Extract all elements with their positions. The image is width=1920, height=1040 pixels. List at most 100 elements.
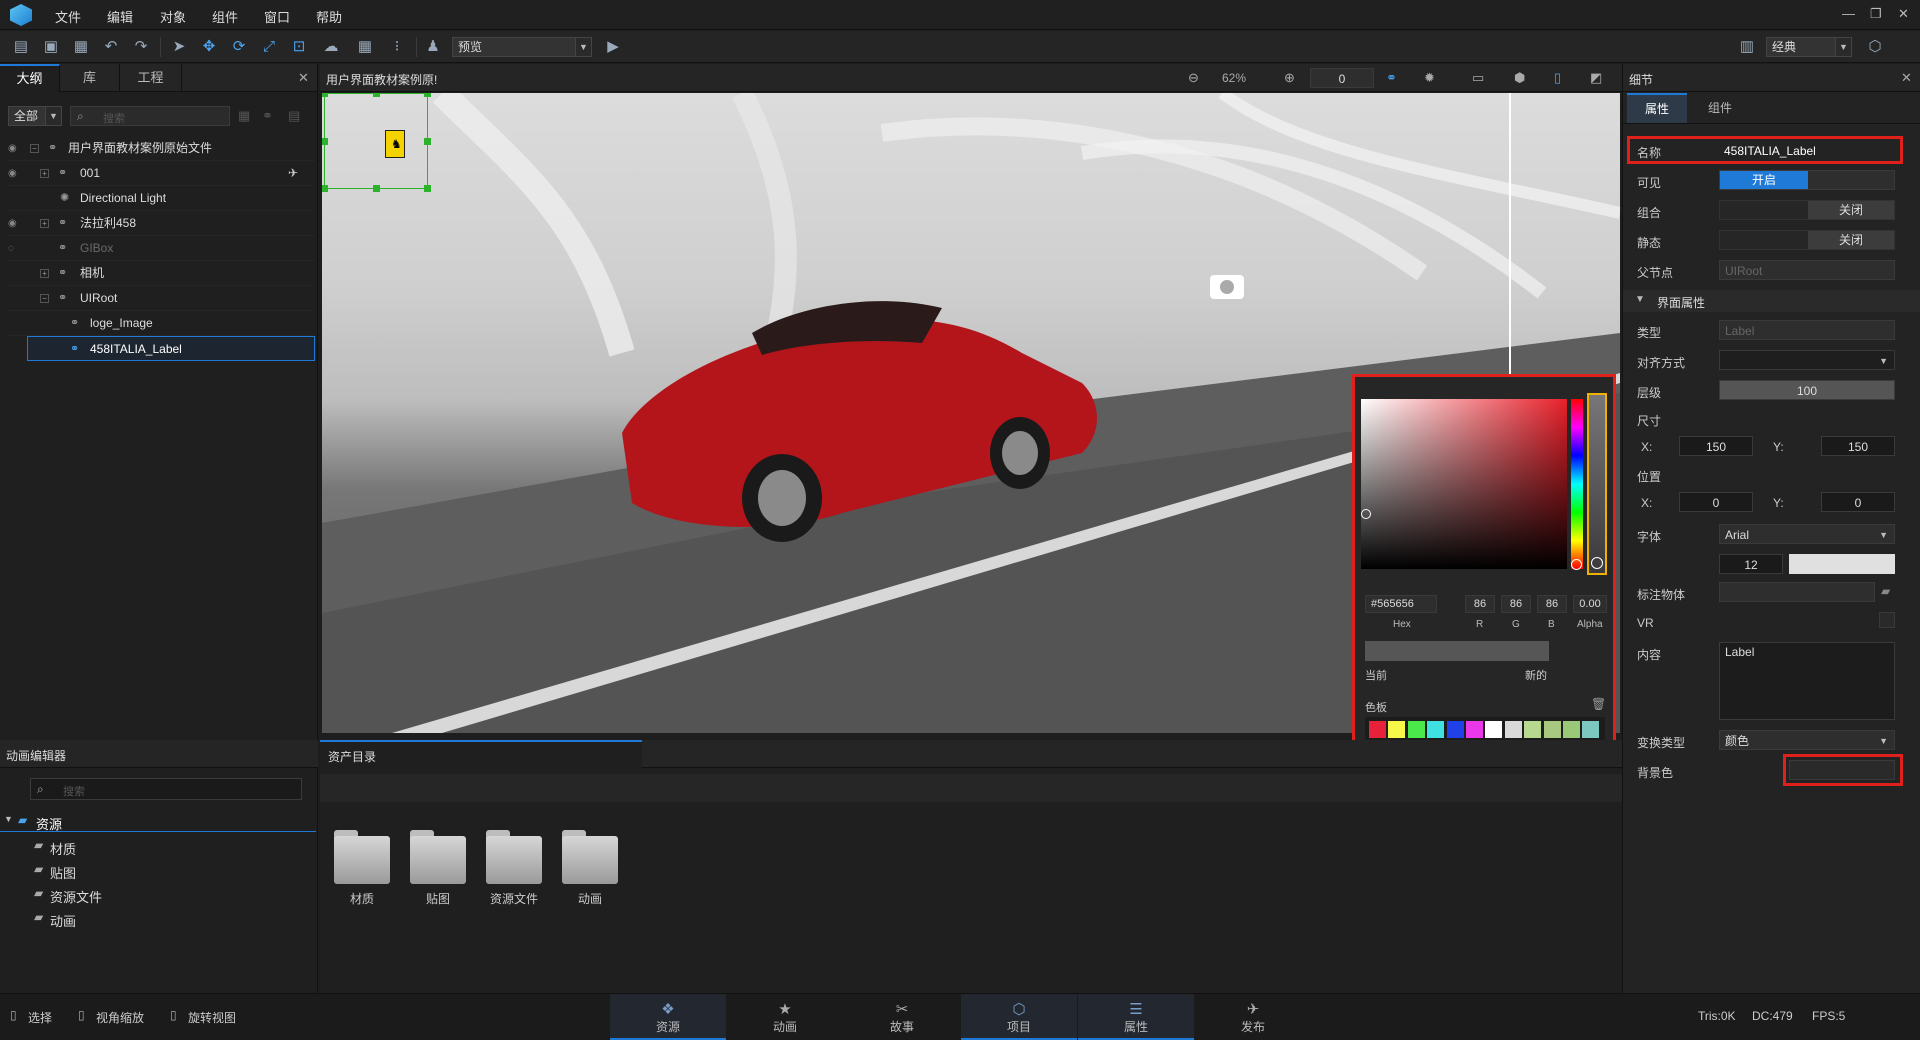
resize-handle[interactable] xyxy=(322,138,328,145)
folder-resources[interactable] xyxy=(484,828,544,884)
palette-swatch[interactable] xyxy=(1427,721,1445,738)
palette-swatch[interactable] xyxy=(1388,721,1406,738)
layout-select[interactable]: 经典 ▼ xyxy=(1766,37,1852,57)
align-select[interactable]: ▼ xyxy=(1719,350,1895,370)
logo-selection-box[interactable]: ♞ xyxy=(322,93,431,192)
palette-swatch[interactable] xyxy=(1563,721,1580,738)
menu-window[interactable]: 窗口 xyxy=(264,7,290,26)
bottom-tab-story[interactable]: ✂ 故事 xyxy=(844,994,960,1040)
tab-outline[interactable]: 大纲 xyxy=(0,64,60,92)
tree-row[interactable]: + ⚭ 相机 xyxy=(8,261,314,286)
redo-icon[interactable]: ↷ xyxy=(132,38,150,56)
palette-swatch[interactable] xyxy=(1446,721,1464,738)
menu-edit[interactable]: 编辑 xyxy=(107,7,133,26)
alpha-input[interactable]: 0.00 xyxy=(1573,595,1607,613)
scale-icon[interactable]: ⤢ xyxy=(260,38,278,56)
move-icon[interactable]: ✥ xyxy=(200,38,218,56)
size-y-input[interactable]: 150 xyxy=(1821,436,1895,456)
expand-toggle-icon[interactable]: + xyxy=(40,269,49,278)
snap-grid-icon[interactable]: ⁝ xyxy=(388,38,406,56)
preview-select[interactable]: 预览 ▼ xyxy=(452,37,592,57)
visible-toggle[interactable]: 开启 xyxy=(1719,170,1895,190)
resize-handle[interactable] xyxy=(424,185,431,192)
play-icon[interactable]: ▶ xyxy=(604,38,622,56)
camera-gizmo-icon[interactable] xyxy=(1210,275,1244,299)
tab-library[interactable]: 库 xyxy=(60,64,120,92)
select-arrow-icon[interactable]: ➤ xyxy=(170,38,188,56)
rotate-icon[interactable]: ⟳ xyxy=(230,38,248,56)
vr-checkbox[interactable] xyxy=(1879,612,1895,628)
minimize-button[interactable]: — xyxy=(1842,6,1855,21)
zoom-in-icon[interactable]: ⊕ xyxy=(1284,70,1295,86)
folder-animations[interactable] xyxy=(560,828,620,884)
menu-object[interactable]: 对象 xyxy=(160,7,186,26)
new-file-icon[interactable]: ▤ xyxy=(12,38,30,56)
asset-tab[interactable]: 资产目录 xyxy=(320,740,642,768)
eye-closed-icon[interactable]: ◌ xyxy=(8,243,20,255)
tab-components[interactable]: 组件 xyxy=(1687,93,1753,123)
palette-swatch[interactable] xyxy=(1543,721,1561,738)
palette-swatch[interactable] xyxy=(1466,721,1483,738)
transform-select[interactable]: 颜色 ▼ xyxy=(1719,730,1895,750)
ui-section-header[interactable]: ▼ 界面属性 xyxy=(1623,290,1920,312)
bottom-tab-resources[interactable]: ❖ 资源 xyxy=(610,994,726,1040)
eye-icon[interactable]: ◉ xyxy=(8,168,20,180)
link-icon[interactable]: ⚭ xyxy=(1386,70,1397,86)
picker-cursor[interactable] xyxy=(1361,509,1371,519)
bottom-tab-animation[interactable]: ★ 动画 xyxy=(727,994,843,1040)
hue-slider[interactable] xyxy=(1571,399,1583,570)
palette-swatch[interactable] xyxy=(1407,721,1425,738)
expand-toggle-icon[interactable]: + xyxy=(40,219,49,228)
viewport-counter[interactable]: 0 xyxy=(1310,68,1374,88)
save-all-icon[interactable]: ▦ xyxy=(72,38,90,56)
filter-icon[interactable]: ▦ xyxy=(238,108,250,124)
tree-row[interactable]: ⚭ loge_Image xyxy=(8,311,314,336)
close-icon[interactable]: ✕ xyxy=(1901,70,1912,86)
eye-icon[interactable]: ◉ xyxy=(8,218,20,230)
green-input[interactable]: 86 xyxy=(1501,595,1531,613)
collapse-icon[interactable]: ▤ xyxy=(288,108,300,124)
grid-icon[interactable]: ▦ xyxy=(356,38,374,56)
tab-properties[interactable]: 属性 xyxy=(1627,93,1687,123)
hex-input[interactable]: #565656 xyxy=(1365,595,1437,613)
settings-hex-icon[interactable]: ⬡ xyxy=(1866,38,1884,56)
font-color-swatch[interactable] xyxy=(1789,554,1895,574)
annotation-field[interactable] xyxy=(1719,582,1875,602)
trash-icon[interactable]: 🗑 xyxy=(1591,697,1606,711)
lock-icon[interactable]: ▯ xyxy=(1554,70,1561,86)
cube-icon[interactable]: ⬢ xyxy=(1514,70,1525,86)
bottom-tab-publish[interactable]: ✈ 发布 xyxy=(1195,994,1311,1040)
pos-y-input[interactable]: 0 xyxy=(1821,492,1895,512)
pos-x-input[interactable]: 0 xyxy=(1679,492,1753,512)
tab-project[interactable]: 工程 xyxy=(120,64,182,92)
undo-icon[interactable]: ↶ xyxy=(102,38,120,56)
bg-color-swatch[interactable] xyxy=(1789,760,1895,780)
collapse-toggle-icon[interactable]: − xyxy=(40,294,49,303)
anim-search[interactable]: ⌕ 搜索 xyxy=(30,778,302,800)
tree-row[interactable]: ◉ + ⚭ 法拉利458 xyxy=(8,211,314,236)
palette-swatch[interactable] xyxy=(1369,721,1386,738)
resize-handle[interactable] xyxy=(373,93,380,97)
saturation-value-field[interactable] xyxy=(1361,399,1567,569)
bottom-tab-project[interactable]: ⬡ 项目 xyxy=(961,994,1077,1040)
player-icon[interactable]: ♟ xyxy=(424,38,442,56)
world-icon[interactable]: ☁ xyxy=(322,38,340,56)
render-mode-icon[interactable]: ◩ xyxy=(1590,70,1602,86)
ui-transform-icon[interactable]: ⊡ xyxy=(290,38,308,56)
font-size-input[interactable]: 12 xyxy=(1719,554,1783,574)
restore-button[interactable]: ❐ xyxy=(1870,6,1882,22)
close-window-button[interactable]: ✕ xyxy=(1898,6,1909,22)
folder-icon[interactable]: ▰ xyxy=(1881,584,1890,598)
bottom-tab-properties[interactable]: ☰ 属性 xyxy=(1078,994,1194,1040)
link-icon[interactable]: ⚭ xyxy=(262,108,273,124)
layer-slider[interactable]: 100 xyxy=(1719,380,1895,400)
resize-handle[interactable] xyxy=(424,93,431,97)
folder-materials[interactable] xyxy=(332,828,392,884)
menu-file[interactable]: 文件 xyxy=(55,7,81,26)
tree-row-selected[interactable]: ⚭ 458ITALIA_Label xyxy=(27,336,315,361)
gear-icon[interactable]: ✹ xyxy=(1424,70,1435,86)
alpha-handle[interactable] xyxy=(1591,557,1603,569)
close-icon[interactable]: ✕ xyxy=(298,70,309,86)
size-x-input[interactable]: 150 xyxy=(1679,436,1753,456)
collapse-toggle-icon[interactable]: − xyxy=(30,144,39,153)
